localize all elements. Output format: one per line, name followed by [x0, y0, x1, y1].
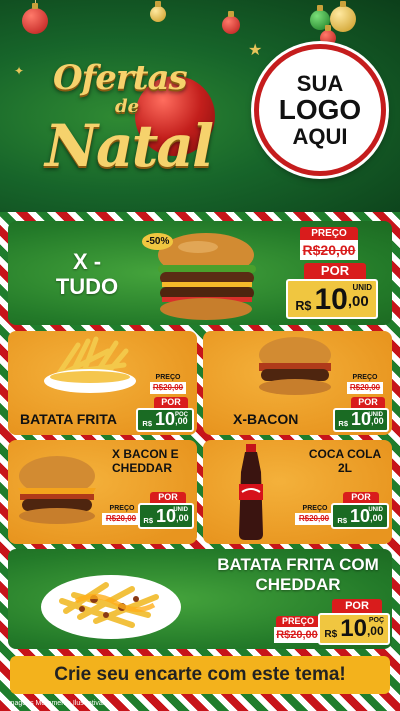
price-integer: 10	[314, 283, 348, 316]
burger-image	[18, 456, 96, 524]
ornament-gold-icon	[330, 1, 356, 32]
sale-price: R$ 10 ,00 POÇ	[318, 613, 390, 645]
sale-price: R$ 10 ,00 UNID	[331, 503, 389, 529]
price-label: PREÇO	[302, 505, 328, 512]
price-currency: R$	[324, 628, 338, 640]
fries-image	[44, 336, 136, 393]
star-icon: ★	[248, 42, 263, 59]
sale-label: POR	[150, 492, 186, 503]
price-label: PREÇO	[276, 616, 320, 627]
burger-image	[259, 337, 331, 395]
price-currency: R$	[142, 418, 153, 428]
old-price: R$20,00	[295, 513, 333, 525]
old-price: R$20,00	[274, 627, 320, 643]
product-card-coca-cola[interactable]: COCA COLA 2L PREÇO R$20,00 POR R$ 10 ,00…	[203, 440, 392, 544]
price-cents: ,00	[366, 623, 384, 638]
price-label: PREÇO	[300, 227, 358, 240]
product-name: X BACON E CHEDDAR	[112, 447, 179, 475]
title-line-3: Natal	[45, 112, 214, 180]
sale-price: R$ 10 ,00 POÇ	[136, 408, 194, 432]
discount-badge: -50%	[142, 233, 174, 250]
logo-text-line: AQUI	[292, 123, 348, 149]
christmas-offers-title: Ofertas de Natal	[35, 40, 235, 180]
product-name: X - TUDO	[55, 249, 119, 300]
price-integer: 10	[340, 615, 367, 642]
product-name: X-BACON	[233, 411, 299, 427]
sale-price: R$ 10 ,00 UNID	[286, 279, 378, 319]
price-unit: UNID	[368, 507, 383, 513]
logo-text-line: LOGO	[278, 94, 362, 126]
ornament-red-icon	[222, 11, 240, 34]
sale-label: POR	[154, 397, 188, 408]
price-unit: UNID	[352, 283, 372, 292]
product-card-batata-cheddar[interactable]: BATATA FRITA COM CHEDDAR PREÇO R$20,00 P…	[8, 549, 392, 649]
price-currency: R$	[143, 515, 154, 525]
cheddar-fries-image	[41, 575, 181, 639]
price-cents: ,00	[370, 512, 383, 523]
product-name: BATATA FRITA	[20, 411, 117, 427]
price-integer: 10	[350, 506, 371, 526]
sale-label: POR	[343, 492, 379, 503]
price-integer: 10	[155, 409, 176, 429]
price-label: PREÇO	[155, 374, 181, 381]
product-card-x-bacon-cheddar[interactable]: X BACON E CHEDDAR PREÇO R$20,00 POR R$ 1…	[8, 440, 197, 544]
price-cents: ,00	[176, 512, 189, 523]
star-icon: ✦	[14, 64, 25, 78]
price-unit: UNID	[368, 412, 383, 418]
sale-price: R$ 10 ,00 UNID	[138, 503, 194, 529]
price-currency: R$	[337, 515, 348, 525]
old-price: R$20,00	[102, 513, 140, 525]
sale-label: POR	[351, 397, 385, 408]
price-label: PREÇO	[109, 505, 135, 512]
disclaimer-note: *Imagens Meramente Ilustrativas	[4, 700, 107, 707]
price-currency: R$	[338, 418, 349, 428]
ornament-red-icon	[22, 3, 48, 34]
sale-label: POR	[304, 263, 366, 279]
title-line-1: Ofertas	[53, 58, 188, 98]
sale-label: POR	[332, 599, 382, 613]
soda-bottle-image	[239, 444, 263, 540]
product-card-x-bacon[interactable]: X-BACON PREÇO R$20,00 POR R$ 10 ,00 UNID	[203, 331, 392, 435]
price-unit: POÇ	[368, 617, 384, 624]
sale-price: R$ 10 ,00 UNID	[333, 408, 389, 432]
cta-banner[interactable]: Crie seu encarte com este tema!	[10, 656, 390, 694]
logo-placeholder[interactable]: SUA LOGO AQUI	[254, 44, 386, 176]
price-currency: R$	[295, 299, 312, 314]
logo-text-line: SUA	[296, 71, 344, 97]
ornament-gold-icon	[150, 1, 166, 22]
product-card-batata-frita[interactable]: BATATA FRITA PREÇO R$20,00 POR R$ 10 ,00…	[8, 331, 197, 435]
product-name: COCA COLA 2L	[308, 447, 382, 475]
price-label: PREÇO	[352, 374, 378, 381]
old-price: R$20,00	[300, 240, 358, 260]
product-card-x-tudo[interactable]: X - TUDO -50% PREÇO R$20,00 POR R$ 10 ,0…	[8, 221, 392, 325]
price-unit: UNID	[173, 507, 188, 513]
old-price: R$20,00	[150, 382, 186, 394]
price-unit: POÇ	[174, 412, 188, 418]
product-name: BATATA FRITA COM CHEDDAR	[217, 555, 379, 594]
price-cents: ,00	[347, 293, 369, 311]
header: ★ ✦ Ofertas de Natal SUA LOGO AQUI	[0, 0, 400, 212]
old-price: R$20,00	[347, 382, 383, 394]
